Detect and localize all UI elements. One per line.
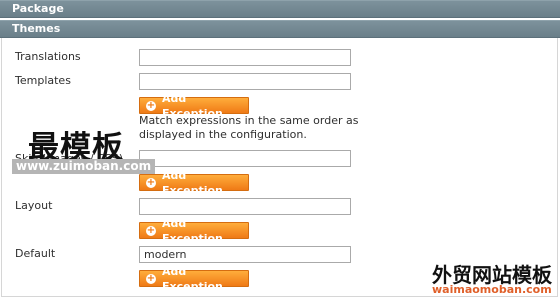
themes-section-header[interactable]: Themes xyxy=(0,20,560,38)
translations-label: Translations xyxy=(15,50,81,63)
default-add-exception-button[interactable]: + Add Exception xyxy=(139,265,249,293)
templates-label: Templates xyxy=(15,74,71,87)
plus-circle-icon: + xyxy=(146,99,156,111)
exception-help-note: Match expressions in the same order as d… xyxy=(139,114,359,141)
watermark-url: www.zuimoban.com xyxy=(12,159,156,174)
templates-input[interactable] xyxy=(139,73,351,90)
layout-label: Layout xyxy=(15,199,53,212)
add-exception-label: Add Exception xyxy=(162,216,223,245)
layout-add-exception-button[interactable]: + Add Exception xyxy=(139,217,249,245)
plus-circle-icon: + xyxy=(146,176,156,188)
package-section-header[interactable]: Package xyxy=(0,0,560,18)
skin-input[interactable] xyxy=(139,150,351,167)
default-input[interactable] xyxy=(139,246,351,263)
add-exception-label: Add Exception xyxy=(162,264,223,293)
themes-section-title: Themes xyxy=(12,22,61,35)
default-label: Default xyxy=(15,247,56,260)
layout-input[interactable] xyxy=(139,198,351,215)
add-exception-label: Add Exception xyxy=(162,168,223,197)
templates-add-exception-button[interactable]: + Add Exception xyxy=(139,92,249,120)
plus-circle-icon: + xyxy=(146,224,156,236)
package-section-title: Package xyxy=(12,2,64,15)
translations-input[interactable] xyxy=(139,49,351,66)
skin-add-exception-button[interactable]: + Add Exception xyxy=(139,169,249,197)
watermark-right-url: waimaomoban.com xyxy=(432,283,552,296)
plus-circle-icon: + xyxy=(146,272,156,284)
